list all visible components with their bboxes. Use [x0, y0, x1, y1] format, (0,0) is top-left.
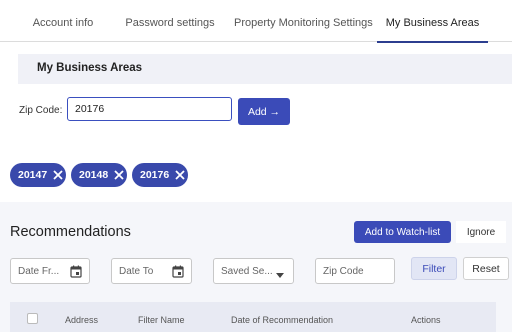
date-from-placeholder: Date Fr... — [18, 266, 60, 277]
zip-chip[interactable]: 20176 — [132, 163, 188, 187]
caret-down-icon — [276, 270, 284, 281]
date-from-picker[interactable]: Date Fr... — [10, 258, 90, 284]
filter-button[interactable]: Filter — [411, 257, 457, 280]
calendar-icon[interactable] — [70, 265, 82, 281]
column-header-filter-name[interactable]: Filter Name — [138, 315, 185, 325]
tab-my-business-areas[interactable]: My Business Areas — [377, 0, 488, 43]
zip-chip-label: 20147 — [18, 169, 48, 181]
date-to-placeholder: Date To — [119, 266, 154, 277]
column-header-address[interactable]: Address — [65, 315, 98, 325]
zip-code-filter-placeholder: Zip Code — [323, 266, 364, 277]
close-icon[interactable] — [175, 170, 185, 180]
section-header: My Business Areas — [18, 54, 512, 84]
close-icon[interactable] — [53, 170, 63, 180]
add-zip-button[interactable]: Add → — [238, 98, 290, 125]
zip-chip-label: 20176 — [140, 169, 170, 181]
select-all-checkbox[interactable] — [27, 313, 38, 324]
zip-code-label: Zip Code: — [19, 105, 63, 116]
saved-search-value: Saved Se... — [221, 266, 273, 277]
zip-chip-label: 20148 — [79, 169, 109, 181]
zip-code-filter-input[interactable]: Zip Code — [315, 258, 395, 284]
tab-bar: Account info Password settings Property … — [0, 0, 512, 43]
tab-property-monitoring-settings[interactable]: Property Monitoring Settings — [234, 0, 373, 42]
table-header: Address Filter Name Date of Recommendati… — [10, 302, 496, 332]
column-header-date-of-recommendation[interactable]: Date of Recommendation — [231, 315, 333, 325]
date-to-picker[interactable]: Date To — [111, 258, 192, 284]
tab-password-settings[interactable]: Password settings — [120, 0, 220, 42]
zip-chip[interactable]: 20148 — [71, 163, 127, 187]
ignore-button[interactable]: Ignore — [456, 221, 506, 243]
zip-chip[interactable]: 20147 — [10, 163, 66, 187]
tab-account-info[interactable]: Account info — [24, 0, 102, 42]
reset-button[interactable]: Reset — [463, 257, 509, 280]
saved-search-select[interactable]: Saved Se... — [213, 258, 294, 284]
add-to-watchlist-button[interactable]: Add to Watch-list — [354, 221, 451, 243]
recommendations-title: Recommendations — [10, 224, 131, 240]
zip-code-input[interactable] — [67, 97, 232, 121]
column-header-actions: Actions — [411, 315, 441, 325]
section-title: My Business Areas — [37, 62, 143, 74]
calendar-icon[interactable] — [172, 265, 184, 281]
close-icon[interactable] — [114, 170, 124, 180]
